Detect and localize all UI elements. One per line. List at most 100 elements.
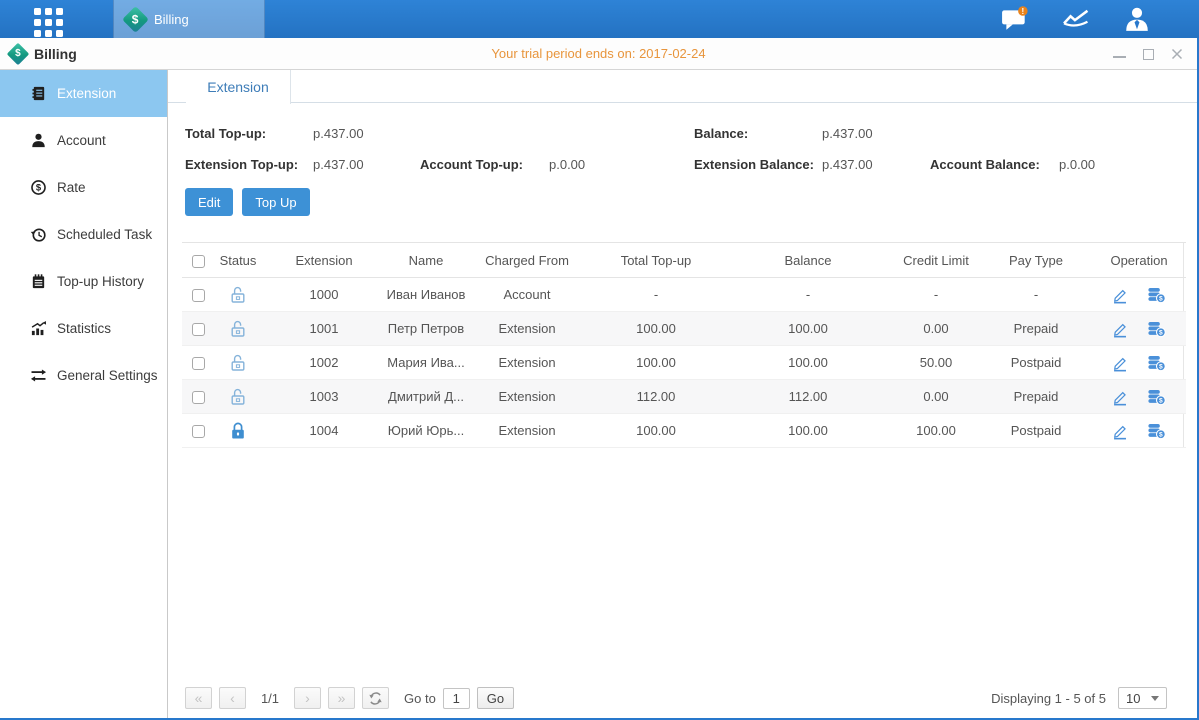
pagination-bar: « ‹ 1/1 › » Go to Go D xyxy=(185,686,1167,710)
page-size-value: 10 xyxy=(1126,691,1140,706)
table-row: 1003 Дмитрий Д... Extension 112.00 112.0… xyxy=(182,380,1186,414)
sidebar-item-topup-history[interactable]: Top-up History xyxy=(0,258,167,305)
maximize-icon[interactable] xyxy=(1143,49,1154,60)
first-page-button[interactable]: « xyxy=(185,687,212,709)
sidebar-item-account[interactable]: Account xyxy=(0,117,167,164)
notifications-icon[interactable]: ! xyxy=(999,5,1031,33)
dollar-circle-icon: $ xyxy=(29,179,47,197)
status-lock-icon xyxy=(230,320,246,338)
row-checkbox[interactable] xyxy=(192,357,205,370)
sidebar-item-extension[interactable]: Extension xyxy=(0,70,167,117)
sidebar-item-general-settings[interactable]: General Settings xyxy=(0,352,167,399)
cell-pay-type: Postpaid xyxy=(980,414,1092,448)
col-extension: Extension xyxy=(262,243,386,278)
edit-row-icon[interactable] xyxy=(1112,286,1129,304)
sidebar-item-rate[interactable]: $ Rate xyxy=(0,164,167,211)
taskbar-tab-label: Billing xyxy=(154,12,189,27)
col-pay-type: Pay Type xyxy=(980,243,1092,278)
cell-name: Петр Петров xyxy=(386,312,466,346)
edit-row-icon[interactable] xyxy=(1112,422,1129,440)
last-page-button[interactable]: » xyxy=(328,687,355,709)
row-checkbox[interactable] xyxy=(192,323,205,336)
cell-total-topup: - xyxy=(588,278,724,312)
cell-pay-type: Prepaid xyxy=(980,380,1092,414)
top-up-row-icon[interactable]: $ xyxy=(1147,388,1166,406)
status-lock-icon xyxy=(230,354,246,372)
cell-balance: 100.00 xyxy=(724,414,892,448)
col-balance: Balance xyxy=(724,243,892,278)
edit-row-icon[interactable] xyxy=(1112,388,1129,406)
cell-name: Иван Иванов xyxy=(386,278,466,312)
page-size-select[interactable]: 10 xyxy=(1118,687,1167,709)
col-charged-from: Charged From xyxy=(466,243,588,278)
minimize-icon[interactable] xyxy=(1113,50,1126,58)
sidebar-item-scheduled-task[interactable]: Scheduled Task xyxy=(0,211,167,258)
taskbar-tab-billing[interactable]: $ Billing xyxy=(113,0,265,38)
goto-page-input[interactable] xyxy=(443,688,470,709)
svg-text:$: $ xyxy=(35,183,41,194)
col-credit-limit: Credit Limit xyxy=(892,243,980,278)
cell-total-topup: 100.00 xyxy=(588,346,724,380)
cell-balance: 112.00 xyxy=(724,380,892,414)
cell-name: Дмитрий Д... xyxy=(386,380,466,414)
person-icon xyxy=(29,132,47,150)
edit-row-icon[interactable] xyxy=(1112,354,1129,372)
cell-credit-limit: 0.00 xyxy=(892,380,980,414)
user-account-icon[interactable] xyxy=(1121,5,1153,33)
row-checkbox[interactable] xyxy=(192,289,205,302)
svg-text:$: $ xyxy=(1159,329,1163,336)
sidebar-item-statistics[interactable]: Statistics xyxy=(0,305,167,352)
extension-table-body: 1000 Иван Иванов Account - - - - xyxy=(182,278,1186,448)
extension-balance-value: p.437.00 xyxy=(822,157,930,172)
cell-credit-limit: - xyxy=(892,278,980,312)
sidebar: Extension Account $ Rate xyxy=(0,70,168,718)
sidebar-item-label: Statistics xyxy=(57,321,111,336)
go-button[interactable]: Go xyxy=(477,687,514,709)
account-balance-value: p.0.00 xyxy=(1059,157,1197,172)
top-up-row-icon[interactable]: $ xyxy=(1147,286,1166,304)
row-checkbox[interactable] xyxy=(192,425,205,438)
balance-value: p.437.00 xyxy=(822,126,930,141)
sidebar-item-label: General Settings xyxy=(57,368,158,383)
top-up-button[interactable]: Top Up xyxy=(242,188,309,216)
prev-page-button[interactable]: ‹ xyxy=(219,687,246,709)
top-up-row-icon[interactable]: $ xyxy=(1147,422,1166,440)
sidebar-item-label: Rate xyxy=(57,180,86,195)
cell-charged-from: Extension xyxy=(466,346,588,380)
cell-extension: 1000 xyxy=(262,278,386,312)
tab-extension[interactable]: Extension xyxy=(186,70,291,104)
cell-credit-limit: 0.00 xyxy=(892,312,980,346)
reports-chart-icon[interactable] xyxy=(1060,5,1092,33)
billing-diamond-icon: $ xyxy=(122,6,149,33)
extension-table: Status Extension Name Charged From Total… xyxy=(182,242,1184,448)
extension-topup-label: Extension Top-up: xyxy=(185,157,313,172)
cell-extension: 1001 xyxy=(262,312,386,346)
top-up-row-icon[interactable]: $ xyxy=(1147,354,1166,372)
edit-button[interactable]: Edit xyxy=(185,188,233,216)
next-page-button[interactable]: › xyxy=(294,687,321,709)
cell-charged-from: Account xyxy=(466,278,588,312)
cell-balance: 100.00 xyxy=(724,346,892,380)
sidebar-item-label: Extension xyxy=(57,86,116,101)
refresh-button[interactable] xyxy=(362,687,389,709)
cell-total-topup: 112.00 xyxy=(588,380,724,414)
billing-app-window: $ Billing Your trial period ends on: 201… xyxy=(0,38,1197,718)
cell-balance: 100.00 xyxy=(724,312,892,346)
col-status: Status xyxy=(214,243,262,278)
status-lock-icon xyxy=(230,422,246,440)
bar-chart-icon xyxy=(29,320,47,338)
app-launcher-icon[interactable] xyxy=(34,8,63,37)
select-all-checkbox[interactable] xyxy=(192,255,205,268)
row-checkbox[interactable] xyxy=(192,391,205,404)
close-icon[interactable] xyxy=(1171,48,1183,60)
cell-total-topup: 100.00 xyxy=(588,414,724,448)
cell-balance: - xyxy=(724,278,892,312)
window-titlebar: $ Billing Your trial period ends on: 201… xyxy=(0,38,1197,70)
status-lock-icon xyxy=(230,388,246,406)
total-topup-label: Total Top-up: xyxy=(185,126,313,141)
top-up-row-icon[interactable]: $ xyxy=(1147,320,1166,338)
cell-total-topup: 100.00 xyxy=(588,312,724,346)
cell-pay-type: - xyxy=(980,278,1092,312)
edit-row-icon[interactable] xyxy=(1112,320,1129,338)
cell-pay-type: Postpaid xyxy=(980,346,1092,380)
